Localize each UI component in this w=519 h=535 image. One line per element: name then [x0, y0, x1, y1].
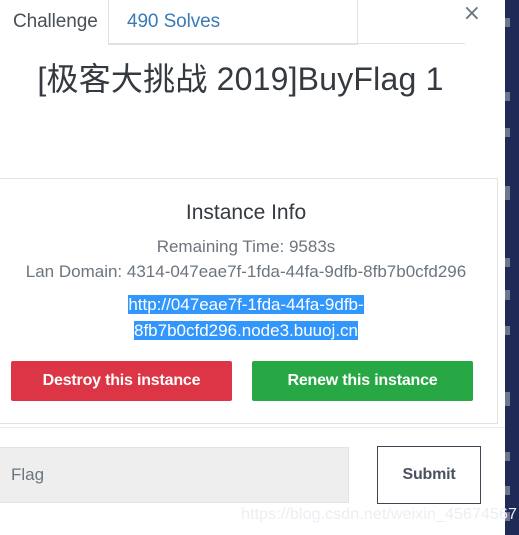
- backdrop-fleck: [505, 128, 510, 137]
- flag-input[interactable]: [0, 447, 349, 503]
- instance-url-link[interactable]: http://047eae7f-1fda-44fa-9dfb-8fb7b0cfd…: [128, 295, 364, 340]
- instance-info-card: Instance Info Remaining Time: 9583s Lan …: [0, 178, 498, 424]
- close-icon[interactable]: ×: [463, 3, 481, 25]
- backdrop-fleck: [505, 258, 510, 267]
- instance-url-container: http://047eae7f-1fda-44fa-9dfb-8fb7b0cfd…: [0, 292, 497, 344]
- modal-tab-strip: Challenge 490 Solves ×: [0, 0, 505, 45]
- backdrop-fleck: [505, 392, 510, 406]
- backdrop-fleck: [505, 92, 510, 101]
- lan-domain-text: Lan Domain: 4314-047eae7f-1fda-44fa-9dfb…: [25, 262, 467, 281]
- backdrop-fleck: [505, 186, 510, 200]
- backdrop-fleck: [505, 452, 510, 461]
- instance-info-heading: Instance Info: [185, 201, 307, 224]
- modal-divider: [0, 427, 505, 428]
- backdrop-fleck: [505, 18, 510, 27]
- submit-button[interactable]: Submit: [377, 446, 481, 504]
- backdrop-fleck: [505, 290, 510, 300]
- destroy-instance-button[interactable]: Destroy this instance: [11, 361, 232, 401]
- remaining-time-text: Remaining Time: 9583s: [156, 237, 336, 256]
- page-backdrop: [505, 0, 519, 535]
- challenge-modal: Challenge 490 Solves × [极客大挑战 2019]BuyFl…: [0, 0, 505, 535]
- instance-url-inner: http://047eae7f-1fda-44fa-9dfb-8fb7b0cfd…: [110, 292, 382, 344]
- backdrop-fleck: [505, 326, 510, 335]
- tab-solves[interactable]: 490 Solves: [127, 11, 220, 33]
- tab-challenge[interactable]: Challenge: [13, 11, 98, 33]
- renew-instance-button[interactable]: Renew this instance: [252, 361, 473, 401]
- page-title: [极客大挑战 2019]BuyFlag 1: [37, 61, 444, 97]
- csdn-watermark: https://blog.csdn.net/weixin_45674567: [241, 506, 517, 523]
- backdrop-fleck: [505, 486, 510, 495]
